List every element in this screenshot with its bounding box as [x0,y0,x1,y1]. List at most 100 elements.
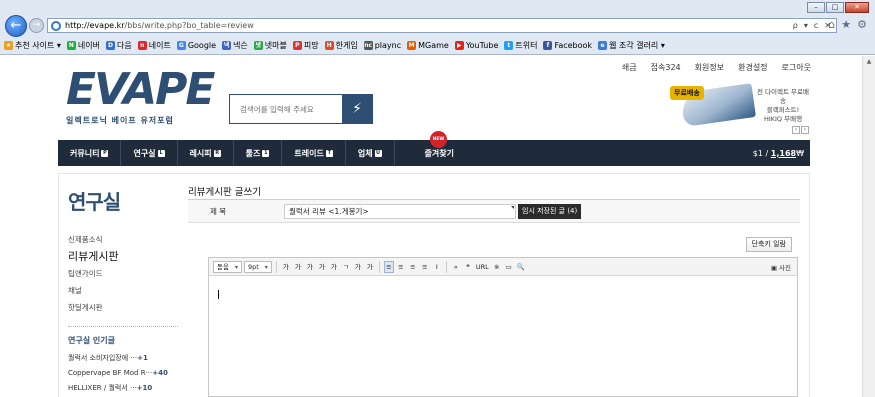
align-left-icon[interactable]: ≡ [383,260,394,273]
align-center-icon[interactable]: ≡ [396,261,406,273]
search-icon[interactable]: ρ [793,21,798,30]
favorite-link[interactable]: 넷 넷마블 [253,40,287,51]
favorite-link[interactable]: n 네이트 [137,40,171,51]
link-icon[interactable]: URL [475,261,490,273]
close-window-button[interactable]: ✕ [845,2,869,13]
font-select[interactable]: 돋움 [213,260,242,273]
more-icon[interactable]: » [451,261,461,273]
favorite-link[interactable]: nc plaync [363,41,401,50]
maximize-button[interactable]: □ [826,2,844,13]
favorite-link[interactable]: M MGame [407,41,449,50]
favorite-link[interactable]: f Facebook [543,41,592,50]
draft-button[interactable]: 임시 저장된 글 (4) [518,203,582,219]
nav-item[interactable]: 즐겨찾기 [395,140,466,166]
insert-photo-button[interactable]: ▣ 사진 [771,262,791,272]
favorite-link[interactable]: D 다음 [106,40,132,51]
nav-item[interactable]: 커뮤니티 P [58,140,122,166]
nav-item[interactable]: 연구실 L [121,140,178,166]
banner-prev-icon[interactable]: ‹ [792,126,800,134]
nav-item[interactable]: 툴즈 1 [234,140,283,166]
favorite-label: 한게임 [335,41,358,50]
top-link-notice[interactable]: 쇄금 [622,62,637,73]
favorite-link[interactable]: t 트위터 [504,40,537,51]
underline-icon[interactable]: 가 [293,261,303,273]
site-logo[interactable]: EVAPE 일렉트로닉 베이프 유저포럼 [66,64,215,126]
sidebar-menu-item[interactable]: 리뷰게시판 [68,248,180,265]
favorite-link[interactable]: P 피망 [292,40,319,51]
favorite-link[interactable]: G Google [176,41,216,50]
forward-button[interactable]: → [29,18,44,33]
strike-icon[interactable]: 가 [317,261,327,273]
scroll-up-icon[interactable]: ▲ [863,56,875,68]
top-link-logout[interactable]: 로그아웃 [782,62,811,73]
logo-subtitle: 일렉트로닉 베이프 유저포럼 [66,116,174,125]
nav-label: 레시피 [189,148,212,158]
italic-icon[interactable]: 가 [305,261,315,273]
favorite-label: MGame [418,41,449,50]
text-color-icon[interactable]: 가 [329,261,339,273]
highlight-icon[interactable]: ㄱ [341,261,351,273]
vertical-scrollbar[interactable]: ▲ [862,56,875,397]
rate-value: 1,168 [770,148,797,158]
align-justify-icon[interactable]: ≡ [420,261,430,273]
photo-icon: ▣ [770,263,780,272]
logo-wordmark: EVAPE [66,64,215,115]
favorite-site-icon: H [324,41,334,50]
favorite-label: 피망 [303,41,319,50]
subject-select[interactable]: 퀄럭서 리뷰 <1.게봉기> [284,203,516,219]
favorite-link[interactable]: e웹 조각 갤러리 ▾ [598,40,665,51]
top-link-settings[interactable]: 환경설정 [738,62,767,73]
shortcut-list-button[interactable]: 단축키 일람 [745,237,792,252]
top-link-member-info[interactable]: 회원정보 [695,62,724,73]
quote-icon[interactable]: ❝ [463,261,473,273]
editor-body[interactable] [209,276,797,396]
toolbar-separator [445,260,447,273]
settings-gear-icon[interactable]: ⚙ [857,18,867,31]
shipping-banner[interactable]: 무료배송 전 다이렉트 무료배송 블랙퍼스트! HIKIQ 무배행 ‹ › [664,80,809,134]
sidebar-menu-item[interactable]: 채널 [68,282,180,299]
banner-next-icon[interactable]: › [801,126,809,134]
banner-line-3: HIKIQ 무배행 [763,115,803,123]
url-path: /bbs/write.php?bo_table=review [124,21,254,30]
url-text[interactable]: http://evape.kr/bbs/write.php?bo_table=r… [65,21,254,30]
favorite-site-icon: ▶ [454,41,464,50]
refresh-icon[interactable]: c [814,21,818,30]
popular-item[interactable]: 퀄럭서 소비자입장에 ···+1 [68,351,180,366]
subscript-icon[interactable]: 가 [365,261,375,273]
favorite-link[interactable]: ★ 추천 사이트 ▾ [4,40,61,51]
nav-item[interactable]: 트레이드 T [282,140,346,166]
dropdown-icon[interactable]: ▾ [804,21,808,30]
popular-item[interactable]: HELLIXER / 퀄럭서 ···+10 [68,381,180,396]
address-bar[interactable]: http://evape.kr/bbs/write.php?bo_table=r… [47,18,837,33]
bold-icon[interactable]: 가 [281,261,291,273]
superscript-icon[interactable]: 가 [353,261,363,273]
favorites-star-icon[interactable]: ★ [841,18,851,31]
sidebar-menu-item[interactable]: 팁앤가이드 [68,265,180,282]
table-icon[interactable]: ▭ [504,261,514,273]
popular-item[interactable]: Coppervape BF Mod R···+40 [68,366,180,381]
sidebar-menu-item[interactable]: 신제품소식 [68,231,180,248]
find-icon[interactable]: 🔍 [516,261,526,273]
nav-item[interactable]: 레시피 R [178,140,234,166]
favorite-label: 네이버 [77,41,100,50]
top-link-visits[interactable]: 접속324 [651,62,681,73]
search-input[interactable] [230,104,342,114]
favorite-link[interactable]: ▶ YouTube [454,41,498,50]
align-right-icon[interactable]: ≡ [408,261,418,273]
home-icon[interactable]: ⌂ [828,18,835,31]
nav-item[interactable]: 업체 U [346,140,395,166]
favorite-link[interactable]: H 한게임 [324,40,358,51]
popular-item-title: 퀄럭서 소비자입장에 ··· [68,354,138,362]
favorite-link[interactable]: 넥 넥슨 [222,40,248,51]
search-button[interactable]: ⚡ [342,95,372,123]
special-char-icon[interactable]: ※ [492,261,502,273]
back-button[interactable]: ← [5,15,27,37]
font-size-select[interactable]: 9pt [243,260,272,273]
indent-icon[interactable]: I [432,261,442,273]
popular-item-title: Coppervape BF Mod R··· [68,369,153,377]
nav-label: 업체 [357,148,373,158]
favorite-link[interactable]: N 네이버 [66,40,100,51]
banner-arrows: ‹ › [792,126,809,134]
minimize-button[interactable]: – [807,2,825,13]
sidebar-menu-item[interactable]: 핫딜게시판 [68,299,180,316]
